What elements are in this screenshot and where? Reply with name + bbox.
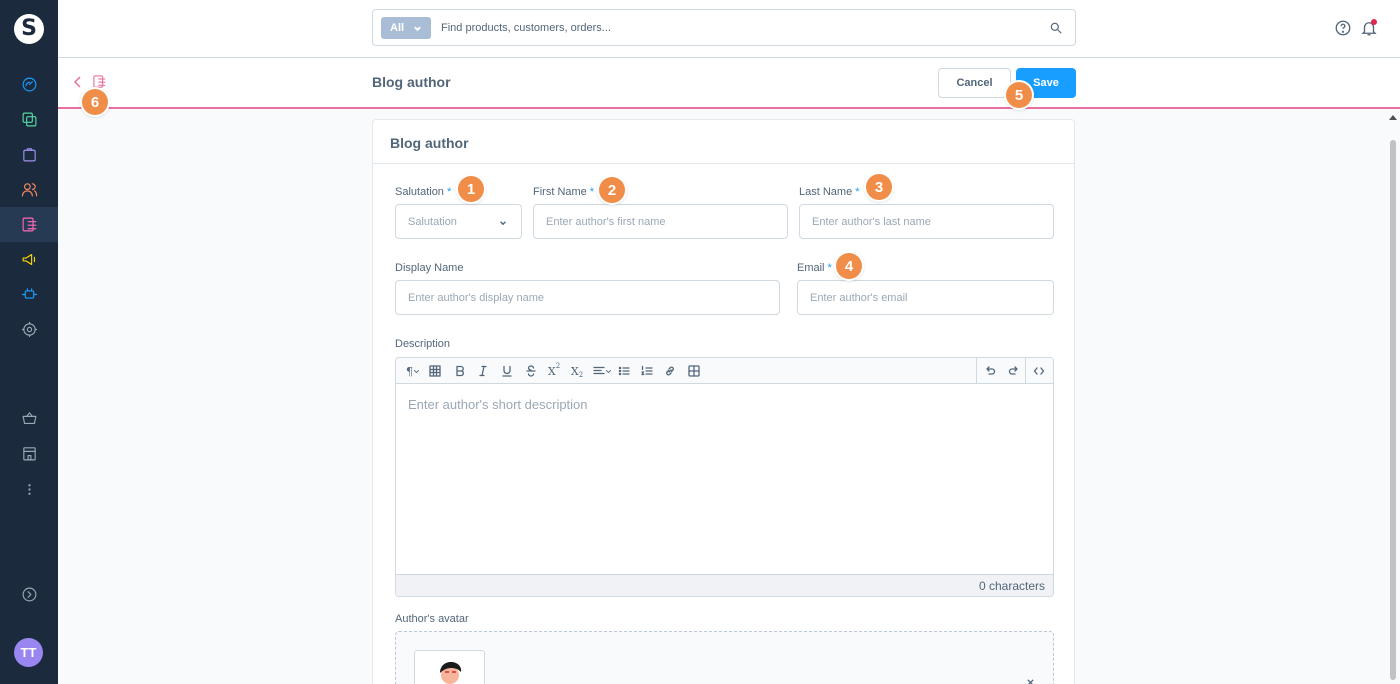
settings-icon <box>21 321 37 338</box>
help-icon[interactable] <box>1334 19 1352 37</box>
collapse-icon <box>22 587 36 602</box>
orders-icon <box>22 148 36 162</box>
email-label: Email * <box>797 262 832 274</box>
editor-footer: 0 characters <box>396 574 1053 596</box>
nav-settings[interactable] <box>0 312 58 347</box>
display-name-label: Display Name <box>395 262 464 274</box>
subscript-icon[interactable]: X2 <box>569 363 585 379</box>
nav-collapse[interactable] <box>0 577 58 612</box>
required-marker: * <box>855 186 860 198</box>
avatar-illustration <box>440 662 462 684</box>
text-align-icon[interactable] <box>591 363 613 379</box>
last-name-field[interactable] <box>799 204 1054 239</box>
description-label: Description <box>395 338 451 350</box>
content-icon <box>22 217 36 232</box>
table-grid-icon[interactable] <box>427 363 443 379</box>
strikethrough-icon[interactable] <box>523 363 539 379</box>
nav-sales-channel[interactable] <box>0 401 58 436</box>
paragraph-format-icon[interactable]: ¶ <box>402 363 424 379</box>
underline-icon[interactable] <box>499 363 515 379</box>
card-title: Blog author <box>390 135 469 151</box>
card-divider <box>373 163 1074 164</box>
notification-dot <box>1371 19 1377 25</box>
smart-bar: Blog author Cancel Save <box>58 58 1400 109</box>
email-field[interactable] <box>797 280 1054 315</box>
redo-icon[interactable] <box>1006 363 1022 379</box>
nav-extensions[interactable] <box>0 277 58 312</box>
back-arrow-icon[interactable] <box>72 75 84 89</box>
sales-channel-icon <box>22 412 36 425</box>
description-editor: ¶ X2 X2 Enter author's short description… <box>395 357 1054 597</box>
bullet-list-icon[interactable] <box>616 363 632 379</box>
step-badge-3: 3 <box>866 174 892 200</box>
nav-customers[interactable] <box>0 172 58 207</box>
link-icon[interactable] <box>662 363 678 379</box>
step-badge-5: 5 <box>1006 82 1032 108</box>
toolbar-divider <box>1025 358 1026 383</box>
extensions-icon <box>21 288 37 299</box>
shopware-logo-icon[interactable]: S <box>14 14 44 44</box>
required-marker: * <box>446 186 452 198</box>
nav-content[interactable] <box>0 207 58 242</box>
superscript-icon[interactable]: X2 <box>546 363 562 379</box>
customers-icon <box>21 183 37 197</box>
step-badge-2: 2 <box>599 177 625 203</box>
page-scrollbar[interactable] <box>1386 110 1400 684</box>
chevron-down-icon <box>414 26 421 31</box>
cancel-button[interactable]: Cancel <box>938 68 1011 98</box>
global-search: All <box>372 9 1076 46</box>
search-type-label: All <box>390 22 405 34</box>
search-icon[interactable] <box>1049 21 1063 35</box>
first-name-label: First Name * <box>533 186 595 198</box>
code-view-icon[interactable] <box>1031 363 1047 379</box>
marketing-icon <box>22 253 35 266</box>
display-name-field[interactable] <box>395 280 780 315</box>
search-input[interactable] <box>441 18 1031 38</box>
avatar-label: Author's avatar <box>395 613 469 625</box>
step-badge-6: 6 <box>82 89 108 115</box>
blog-author-card: Blog author Salutation * Salutation First… <box>372 119 1075 684</box>
dashboard-icon <box>22 77 36 92</box>
insert-table-icon[interactable] <box>686 363 702 379</box>
catalog-icon <box>22 112 36 127</box>
nav-marketing[interactable] <box>0 242 58 277</box>
nav-storefront[interactable] <box>0 436 58 471</box>
content-module-icon <box>93 75 106 88</box>
italic-icon[interactable] <box>475 363 491 379</box>
undo-icon[interactable] <box>982 363 998 379</box>
character-count: 0 characters <box>978 579 1045 593</box>
admin-sidebar: S TT <box>0 0 58 684</box>
page-title: Blog author <box>372 74 451 90</box>
nav-catalog[interactable] <box>0 102 58 137</box>
salutation-label: Salutation * <box>395 186 452 198</box>
step-badge-1: 1 <box>458 176 484 202</box>
top-bar: All <box>58 0 1400 58</box>
toolbar-divider <box>976 358 977 383</box>
nav-more[interactable] <box>0 472 58 507</box>
salutation-select-value: Salutation <box>408 215 457 228</box>
avatar-upload-dropzone[interactable] <box>395 631 1054 684</box>
search-type-select[interactable]: All <box>381 17 431 39</box>
scroll-up-arrow-icon[interactable] <box>1389 115 1397 120</box>
first-name-field[interactable] <box>533 204 788 239</box>
close-icon[interactable] <box>1026 678 1035 684</box>
avatar-image-preview[interactable] <box>414 650 485 684</box>
required-marker: * <box>827 262 832 274</box>
last-name-label: Last Name * <box>799 186 860 198</box>
nav-orders[interactable] <box>0 137 58 172</box>
nav-dashboard[interactable] <box>0 67 58 102</box>
editor-toolbar: ¶ X2 X2 <box>396 358 1053 384</box>
required-marker: * <box>589 186 595 198</box>
numbered-list-icon[interactable] <box>639 363 655 379</box>
scrollbar-thumb[interactable] <box>1390 140 1396 680</box>
description-placeholder[interactable]: Enter author's short description <box>408 397 588 412</box>
user-avatar[interactable]: TT <box>14 638 43 667</box>
more-icon <box>27 484 31 495</box>
bold-icon[interactable] <box>452 363 468 379</box>
storefront-icon <box>22 447 36 461</box>
chevron-down-icon <box>500 221 506 226</box>
salutation-select[interactable]: Salutation <box>395 204 522 239</box>
step-badge-4: 4 <box>836 253 862 279</box>
